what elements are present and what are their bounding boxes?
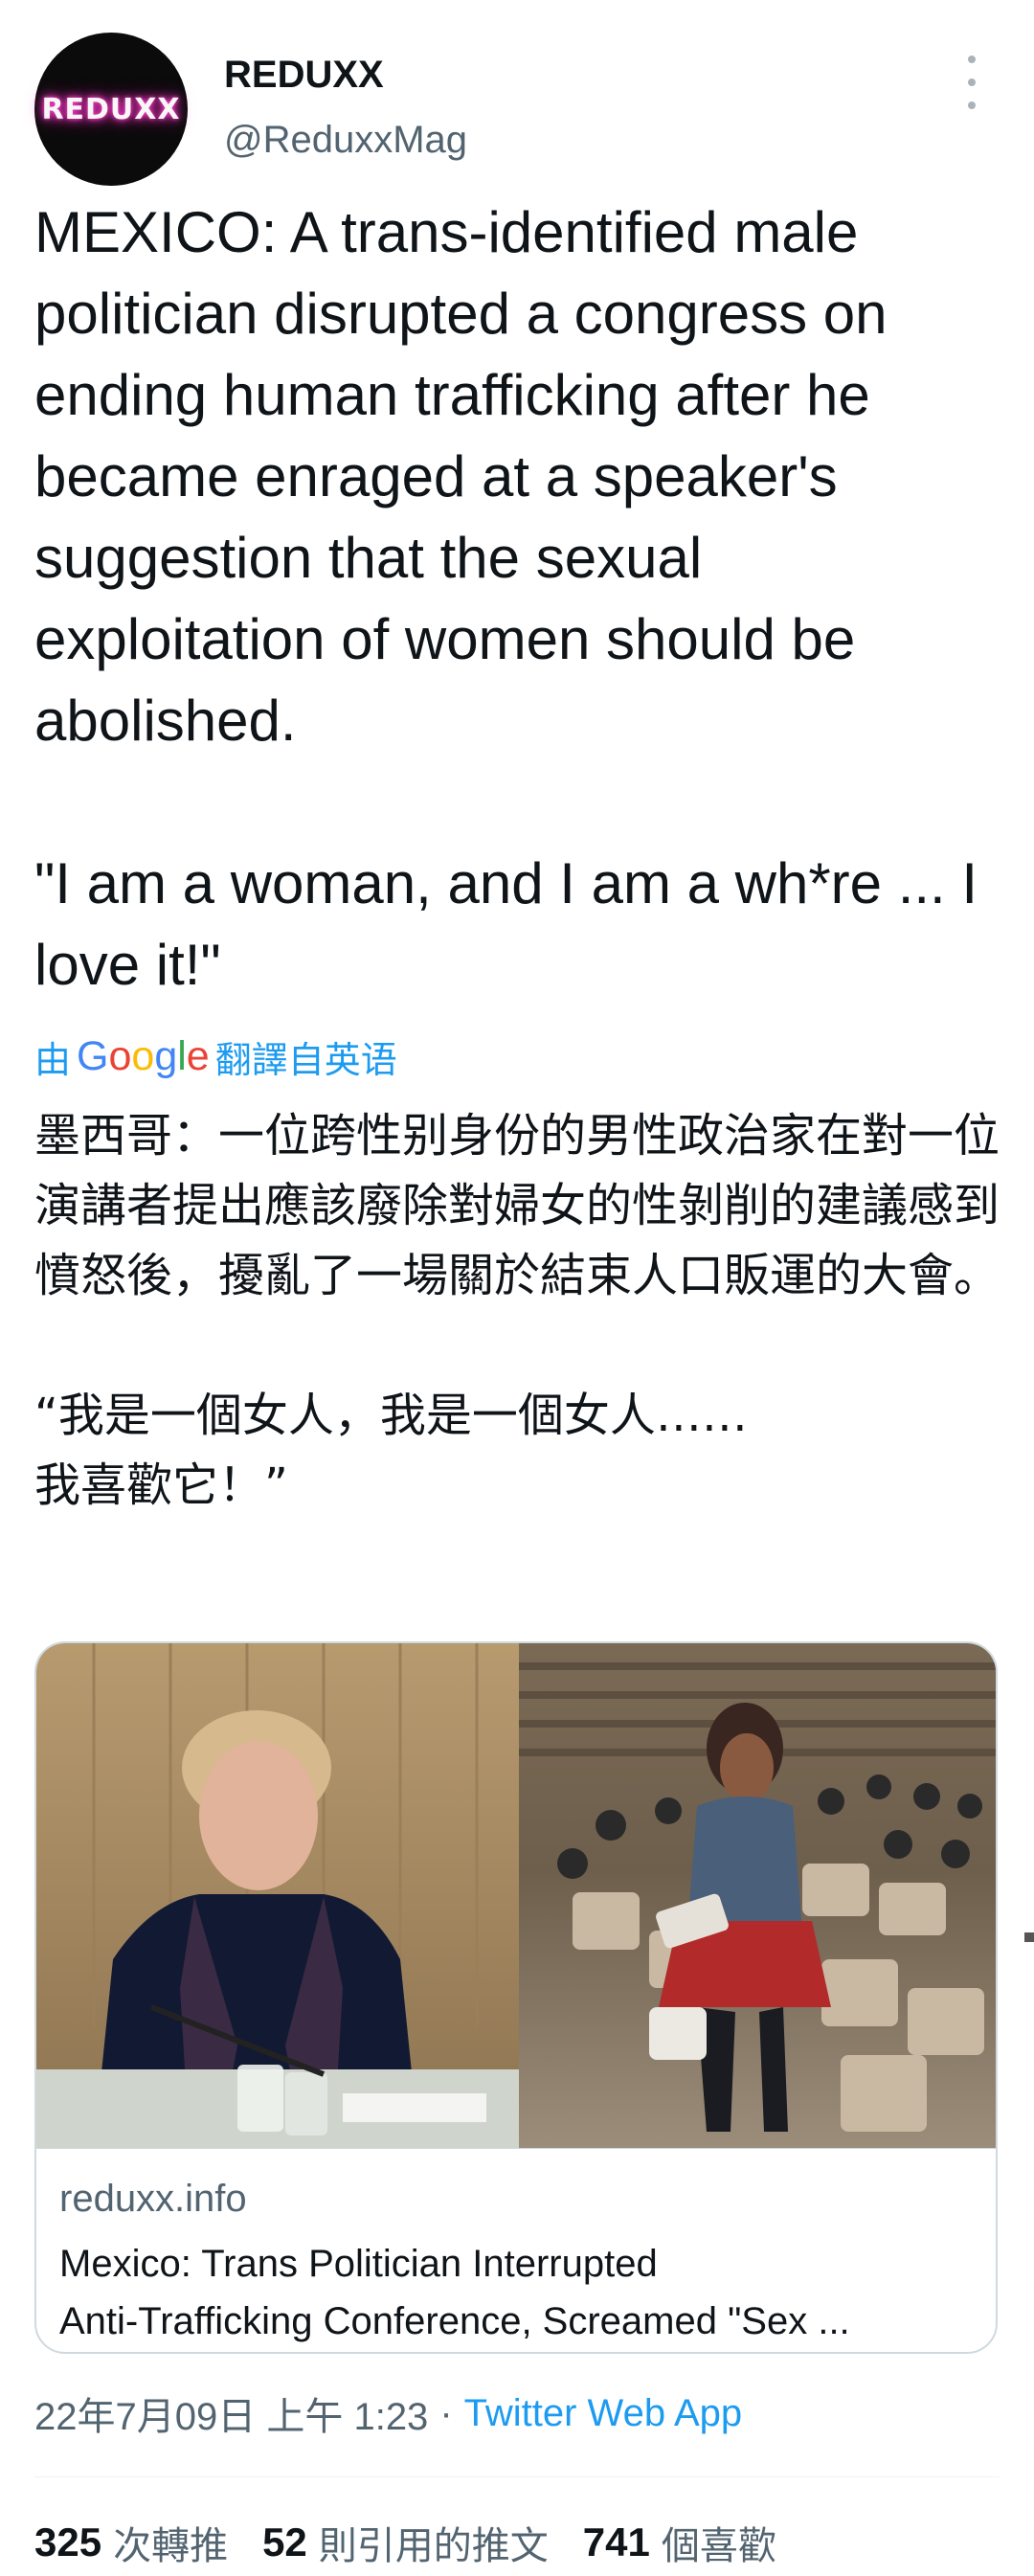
translated-text: 墨西哥：一位跨性别身份的男性政治家在對一位演講者提出應該廢除對婦女的性剝削的建議… — [34, 1109, 1000, 1512]
avatar[interactable]: REDUXX — [34, 33, 188, 186]
tweet-meta: 22年7月09日 上午 1:23 · Twitter Web App — [34, 2384, 742, 2442]
card-title: Mexico: Trans Politician Interrupted Ant… — [59, 2243, 850, 2342]
reduxx-logo: REDUXX — [41, 92, 181, 126]
quotes-count: 52 — [262, 2520, 307, 2565]
engagement-stats: 325 次轉推 52 則引用的推文 741 個喜歡 — [34, 2509, 811, 2576]
author-name[interactable]: REDUXX — [224, 54, 384, 97]
translated-by-prefix: 由 — [34, 1040, 72, 1081]
card-photo — [36, 1643, 996, 2148]
likes-stat[interactable]: 741 個喜歡 — [583, 2515, 776, 2570]
meta-separator: · — [439, 2391, 453, 2434]
divider — [34, 2476, 1000, 2477]
tweet-header: REDUXX REDUXX @ReduxxMag — [0, 0, 1034, 192]
source-link[interactable]: Twitter Web App — [464, 2392, 743, 2435]
likes-label: 個喜歡 — [661, 2524, 776, 2568]
more-options-icon[interactable] — [957, 56, 986, 109]
quotes-stat[interactable]: 52 則引用的推文 — [262, 2515, 549, 2570]
link-card[interactable]: reduxx.info Mexico: Trans Politician Int… — [34, 1641, 998, 2354]
likes-count: 741 — [582, 2520, 650, 2565]
tweet-text: MEXICO: A trans-identified male politici… — [34, 200, 978, 997]
card-image[interactable] — [36, 1643, 996, 2148]
translated-by-link[interactable]: 由 Google 翻譯自英语 — [34, 1029, 397, 1083]
card-info[interactable]: reduxx.info Mexico: Trans Politician Int… — [36, 2148, 996, 2352]
quotes-label: 則引用的推文 — [318, 2524, 549, 2568]
timestamp[interactable]: 22年7月09日 上午 1:23 — [34, 2385, 428, 2441]
retweets-label: 次轉推 — [113, 2524, 229, 2568]
retweets-count: 325 — [34, 2520, 102, 2565]
card-domain: reduxx.info — [59, 2178, 247, 2220]
retweets-stat[interactable]: 325 次轉推 — [34, 2515, 228, 2570]
author-handle[interactable]: @ReduxxMag — [224, 119, 467, 162]
translated-by-suffix: 翻譯自英语 — [214, 1040, 397, 1081]
scroll-indicator — [1024, 1932, 1034, 1942]
google-logo: Google — [77, 1032, 210, 1079]
